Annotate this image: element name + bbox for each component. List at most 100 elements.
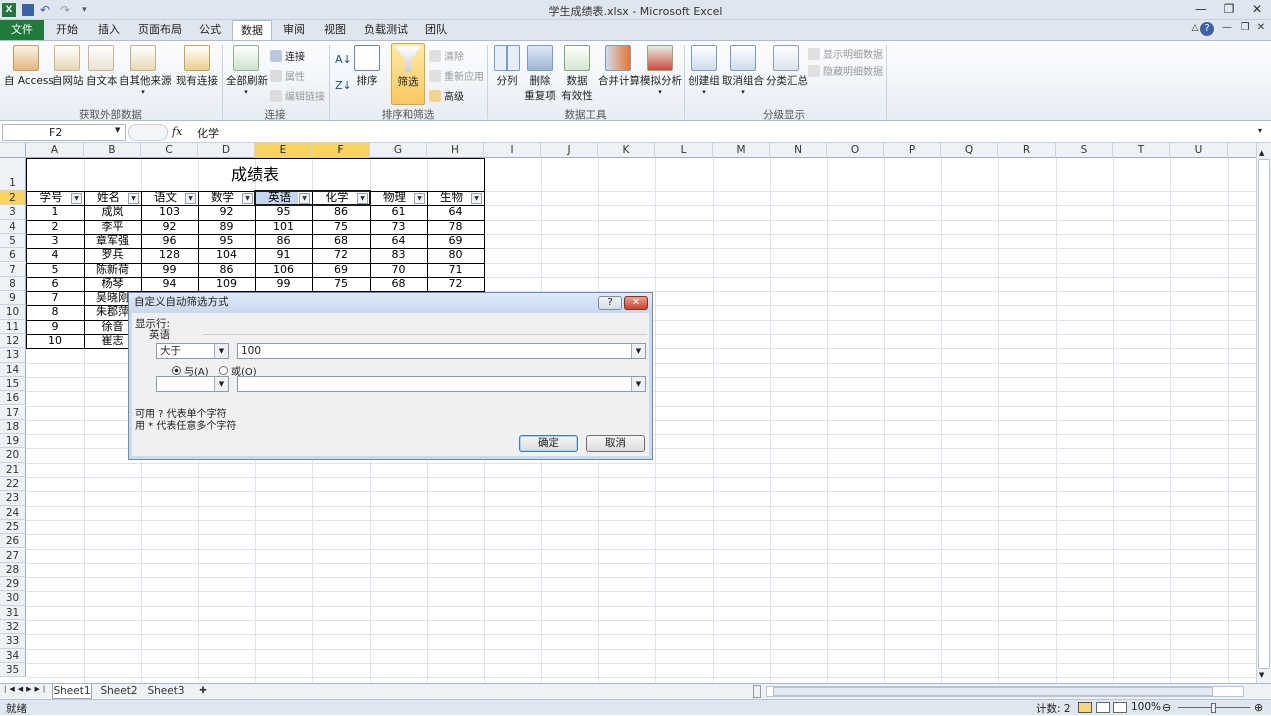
- row-header-27[interactable]: 27: [0, 548, 26, 563]
- minimize-icon[interactable]: —: [1190, 2, 1212, 18]
- table-cell[interactable]: 杨琴: [84, 277, 141, 290]
- column-header-l[interactable]: L: [655, 143, 713, 158]
- table-cell[interactable]: 75: [312, 220, 370, 233]
- column-header-s[interactable]: S: [1056, 143, 1113, 158]
- table-cell[interactable]: 1: [26, 205, 84, 218]
- sort-button[interactable]: 排序: [353, 45, 381, 88]
- row-header-21[interactable]: 21: [0, 462, 26, 477]
- ok-button[interactable]: 确定: [519, 435, 578, 452]
- row-header-16[interactable]: 16: [0, 391, 26, 406]
- connections-button[interactable]: 连接: [270, 48, 305, 63]
- table-cell[interactable]: 5: [26, 263, 84, 276]
- table-cell[interactable]: 10: [26, 334, 84, 347]
- data-validation-button[interactable]: 数据 有效性: [559, 45, 595, 103]
- header-cell[interactable]: 物理: [370, 191, 413, 204]
- text-to-columns-button[interactable]: 分列: [493, 45, 521, 88]
- tab-split-handle[interactable]: [753, 685, 761, 698]
- header-cell[interactable]: 英语: [255, 191, 298, 204]
- row-header-17[interactable]: 17: [0, 405, 26, 420]
- table-cell[interactable]: 86: [198, 263, 255, 276]
- table-cell[interactable]: 72: [312, 248, 370, 261]
- row-header-7[interactable]: 7: [0, 262, 26, 277]
- table-cell[interactable]: 99: [141, 263, 198, 276]
- column-header-m[interactable]: M: [713, 143, 770, 158]
- chevron-down-icon[interactable]: ▼: [631, 377, 645, 391]
- column-header-f[interactable]: F: [312, 143, 370, 158]
- table-cell[interactable]: 95: [198, 234, 255, 247]
- row-header-28[interactable]: 28: [0, 562, 26, 578]
- row-header-19[interactable]: 19: [0, 434, 26, 449]
- table-cell[interactable]: 68: [312, 234, 370, 247]
- table-cell[interactable]: 69: [427, 234, 484, 247]
- table-cell[interactable]: 71: [427, 263, 484, 276]
- column-header-h[interactable]: H: [427, 143, 484, 158]
- row-header-30[interactable]: 30: [0, 591, 26, 606]
- filter-dropdown-icon[interactable]: ▼: [128, 192, 139, 204]
- row-header-23[interactable]: 23: [0, 491, 26, 506]
- table-cell[interactable]: 4: [26, 248, 84, 261]
- header-cell[interactable]: 生物: [427, 191, 470, 204]
- formula-expand-icon[interactable]: ▾: [1258, 126, 1262, 135]
- table-cell[interactable]: 69: [312, 263, 370, 276]
- from-other-sources-button[interactable]: 自其他来源 ▾: [119, 45, 172, 96]
- name-box[interactable]: F2: [2, 124, 126, 141]
- column-header-a[interactable]: A: [26, 143, 84, 158]
- operator-2-select[interactable]: ▼: [156, 376, 229, 392]
- header-cell[interactable]: 语文: [141, 191, 184, 204]
- row-header-12[interactable]: 12: [0, 334, 26, 349]
- filter-dropdown-icon[interactable]: ▼: [414, 192, 425, 204]
- ungroup-button[interactable]: 取消组合 ▾: [722, 45, 764, 96]
- table-cell[interactable]: 8: [26, 305, 84, 318]
- table-cell[interactable]: 92: [198, 205, 255, 218]
- row-header-20[interactable]: 20: [0, 448, 26, 463]
- table-cell[interactable]: 70: [370, 263, 427, 276]
- header-cell[interactable]: 学号: [26, 191, 70, 204]
- zoom-in-icon[interactable]: ⊕: [1254, 701, 1263, 714]
- hide-detail-button[interactable]: 隐藏明细数据: [808, 63, 883, 78]
- row-header-14[interactable]: 14: [0, 362, 26, 377]
- filter-dropdown-icon[interactable]: ▼: [299, 192, 310, 204]
- column-header-t[interactable]: T: [1113, 143, 1170, 158]
- column-header-n[interactable]: N: [770, 143, 827, 158]
- row-header-10[interactable]: 10: [0, 305, 26, 320]
- column-header-q[interactable]: Q: [941, 143, 998, 158]
- row-header-3[interactable]: 3: [0, 205, 26, 220]
- operator-1-select[interactable]: 大于 ▼: [156, 343, 229, 359]
- table-cell[interactable]: 78: [427, 220, 484, 233]
- filter-button[interactable]: 筛选: [391, 43, 425, 105]
- close-icon[interactable]: ✕: [1246, 2, 1268, 18]
- row-header-33[interactable]: 33: [0, 634, 26, 649]
- refresh-all-button[interactable]: 全部刷新 ▾: [226, 45, 268, 96]
- sort-ascending-icon[interactable]: A↓: [335, 53, 352, 66]
- table-cell[interactable]: 94: [141, 277, 198, 290]
- filter-dropdown-icon[interactable]: ▼: [71, 192, 82, 204]
- table-cell[interactable]: 96: [141, 234, 198, 247]
- table-cell[interactable]: 80: [427, 248, 484, 261]
- table-cell[interactable]: 101: [255, 220, 312, 233]
- table-cell[interactable]: 106: [255, 263, 312, 276]
- filter-dropdown-icon[interactable]: ▼: [471, 192, 482, 204]
- tab-insert[interactable]: 插入: [92, 20, 126, 40]
- filter-dropdown-icon[interactable]: ▼: [357, 192, 368, 204]
- tab-home[interactable]: 开始: [50, 20, 84, 40]
- chevron-down-icon[interactable]: ▼: [214, 377, 228, 391]
- table-cell[interactable]: 64: [370, 234, 427, 247]
- chevron-down-icon[interactable]: ▼: [631, 344, 645, 358]
- header-cell[interactable]: 数学: [198, 191, 241, 204]
- table-cell[interactable]: 李平: [84, 220, 141, 233]
- tab-page-layout[interactable]: 页面布局: [134, 20, 186, 40]
- row-header-9[interactable]: 9: [0, 291, 26, 306]
- row-header-31[interactable]: 31: [0, 605, 26, 620]
- tab-review[interactable]: 审阅: [277, 20, 311, 40]
- consolidate-button[interactable]: 合并计算: [598, 45, 640, 88]
- filter-dropdown-icon[interactable]: ▼: [185, 192, 196, 204]
- table-cell[interactable]: 3: [26, 234, 84, 247]
- column-header-r[interactable]: R: [998, 143, 1056, 158]
- doc-close-icon[interactable]: ✕: [1250, 22, 1271, 38]
- column-header-u[interactable]: U: [1170, 143, 1228, 158]
- show-detail-button[interactable]: 显示明细数据: [808, 46, 883, 61]
- column-header-d[interactable]: D: [198, 143, 255, 158]
- table-cell[interactable]: 83: [370, 248, 427, 261]
- row-header-26[interactable]: 26: [0, 534, 26, 549]
- what-if-analysis-button[interactable]: 模拟分析 ▾: [640, 45, 682, 96]
